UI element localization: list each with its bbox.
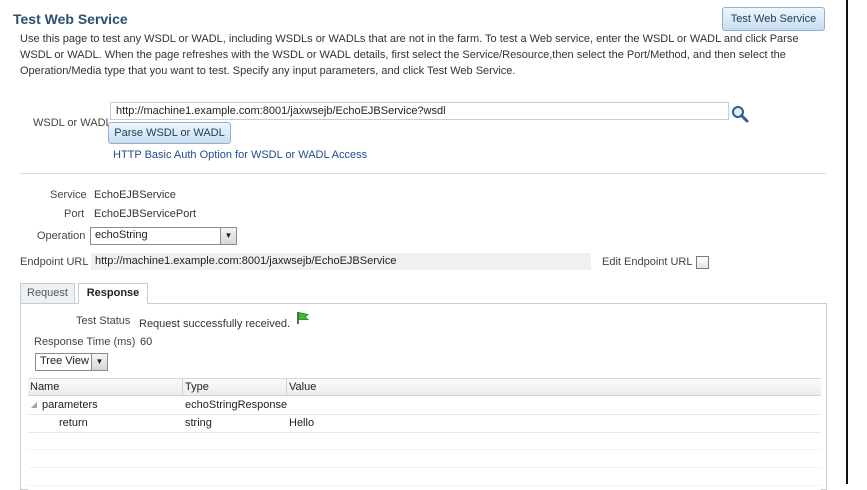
wsdl-label: WSDL or WADL <box>33 117 112 129</box>
column-header-type[interactable]: Type <box>185 381 209 393</box>
test-status-label: Test Status <box>76 315 131 327</box>
port-value: EchoEJBServicePort <box>94 208 197 220</box>
operation-label: Operation <box>37 230 86 242</box>
intro-text: Use this page to test any WSDL or WADL, … <box>20 33 799 77</box>
row-type: string <box>185 417 212 429</box>
service-label: Service <box>50 189 87 201</box>
wsdl-input[interactable] <box>110 102 729 120</box>
test-web-service-button[interactable]: Test Web Service <box>722 7 825 31</box>
service-value: EchoEJBService <box>94 189 176 201</box>
response-tree-table: Name Type Value parameters echoStringRes… <box>28 378 821 490</box>
endpoint-label: Endpoint URL <box>20 256 89 268</box>
tab-response[interactable]: Response <box>78 283 148 304</box>
table-header: Name Type Value <box>28 378 821 396</box>
column-separator <box>286 379 287 396</box>
page-title: Test Web Service <box>13 11 128 27</box>
column-header-name[interactable]: Name <box>30 381 59 393</box>
column-separator <box>182 379 183 396</box>
row-value: Hello <box>289 417 315 429</box>
row-name: return <box>59 417 88 429</box>
table-row[interactable]: return string Hello <box>28 415 821 433</box>
response-time-value: 60 <box>140 336 153 348</box>
magnifier-search-icon[interactable] <box>731 105 749 123</box>
green-flag-icon <box>297 312 310 324</box>
row-type: echoStringResponse <box>185 399 288 411</box>
right-edge <box>836 0 867 490</box>
edit-endpoint-label: Edit Endpoint URL <box>602 256 693 268</box>
operation-select[interactable]: echoString ▼ <box>90 227 237 245</box>
http-basic-auth-link[interactable]: HTTP Basic Auth Option for WSDL or WADL … <box>113 149 367 161</box>
column-header-value[interactable]: Value <box>289 381 316 393</box>
view-select-value: Tree View <box>40 355 89 367</box>
edit-endpoint-checkbox[interactable] <box>696 256 709 269</box>
chevron-down-icon[interactable]: ▼ <box>220 228 236 244</box>
row-name: parameters <box>42 399 98 411</box>
chevron-down-icon[interactable]: ▼ <box>91 354 107 370</box>
window-border <box>846 0 848 484</box>
response-time-label: Response Time (ms) <box>34 336 136 348</box>
tab-request[interactable]: Request <box>20 283 75 304</box>
table-row[interactable]: parameters echoStringResponse <box>28 397 821 415</box>
divider <box>20 173 826 174</box>
endpoint-url-field: http://machine1.example.com:8001/jaxwsej… <box>91 253 591 270</box>
port-label: Port <box>64 208 85 220</box>
parse-wsdl-button[interactable]: Parse WSDL or WADL <box>108 122 231 144</box>
view-select[interactable]: Tree View ▼ <box>35 353 108 371</box>
expand-collapse-icon[interactable] <box>31 402 37 408</box>
operation-select-value: echoString <box>95 229 148 241</box>
test-status-value: Request successfully received. <box>139 318 291 330</box>
